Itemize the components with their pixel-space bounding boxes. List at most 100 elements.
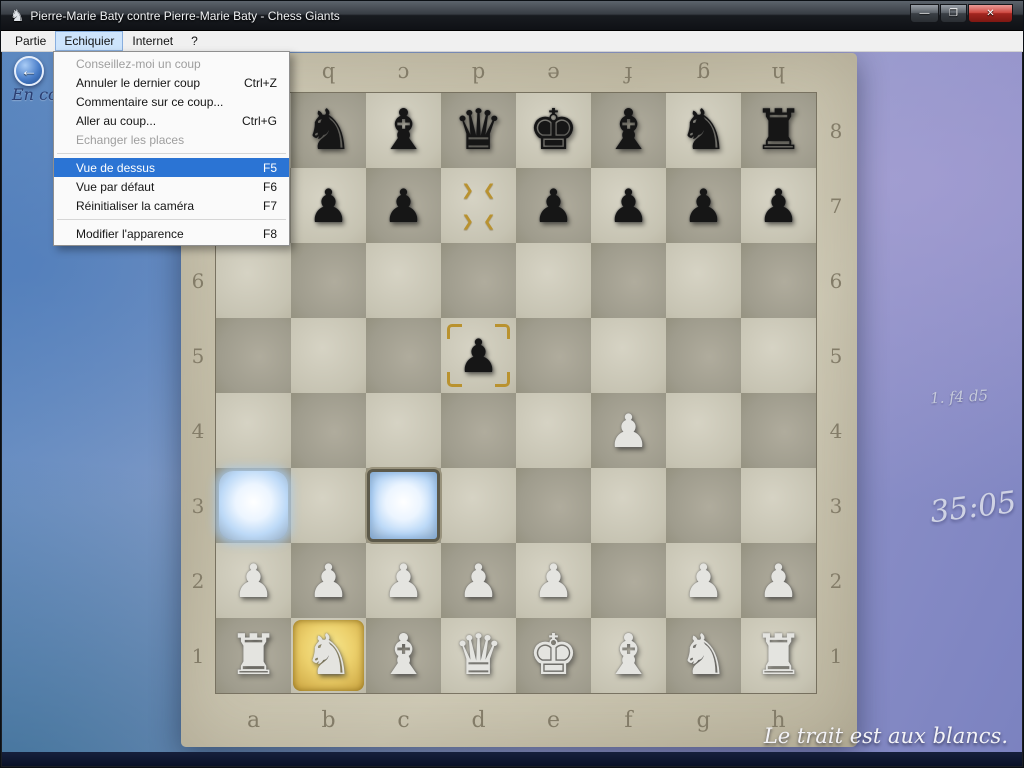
- piece-white-knight[interactable]: ♞: [678, 628, 728, 684]
- menu-item-label: Echanger les places: [76, 133, 259, 147]
- menu-item[interactable]: Réinitialiser la caméraF7: [54, 196, 289, 215]
- rank-label: 2: [181, 543, 215, 618]
- menu-item[interactable]: Vue de dessusF5: [54, 158, 289, 177]
- piece-white-pawn[interactable]: ♟: [308, 558, 349, 604]
- menu-item-label: Commentaire sur ce coup...: [76, 95, 259, 109]
- rank-label: 7: [817, 168, 855, 243]
- piece-white-pawn[interactable]: ♟: [233, 558, 274, 604]
- file-label: c: [366, 699, 441, 741]
- piece-white-pawn[interactable]: ♟: [758, 558, 799, 604]
- menubar-item-partie[interactable]: Partie: [6, 31, 55, 51]
- file-label: f: [591, 58, 666, 90]
- rank-label: 6: [817, 243, 855, 318]
- board-frame: [215, 92, 817, 694]
- piece-black-queen[interactable]: ♛: [453, 103, 503, 159]
- move-list: 1. f4 d5: [930, 385, 1022, 408]
- rank-label: 8: [817, 93, 855, 168]
- piece-white-pawn[interactable]: ♟: [683, 558, 724, 604]
- menu-item-label: Modifier l'apparence: [76, 227, 245, 241]
- menubar-item-internet[interactable]: Internet: [123, 31, 182, 51]
- menu-item[interactable]: Annuler le dernier coup Ctrl+Z: [54, 73, 289, 92]
- piece-white-rook[interactable]: ♜: [753, 628, 803, 684]
- rank-label: 3: [817, 468, 855, 543]
- menu-separator: [57, 153, 286, 154]
- menu-item[interactable]: Modifier l'apparence F8: [54, 224, 289, 243]
- file-label: e: [516, 699, 591, 741]
- file-label: g: [666, 699, 741, 741]
- piece-white-pawn[interactable]: ♟: [533, 558, 574, 604]
- rank-label: 1: [817, 618, 855, 693]
- menu-item-shortcut: F8: [263, 227, 277, 241]
- rank-label: 4: [181, 393, 215, 468]
- menu-item-label: Aller au coup...: [76, 114, 224, 128]
- menu-item-label: Réinitialiser la caméra: [76, 199, 245, 213]
- piece-white-knight[interactable]: ♞: [303, 628, 353, 684]
- square-b1[interactable]: ♞: [291, 618, 366, 693]
- square-d7[interactable]: ❯❮❯❮: [441, 168, 516, 243]
- piece-black-pawn[interactable]: ♟: [608, 183, 649, 229]
- piece-black-pawn[interactable]: ♟: [458, 333, 499, 379]
- piece-white-rook[interactable]: ♜: [228, 628, 278, 684]
- square-a3[interactable]: [216, 468, 291, 543]
- menu-item[interactable]: Aller au coup... Ctrl+G: [54, 111, 289, 130]
- piece-black-king[interactable]: ♚: [528, 103, 578, 159]
- piece-black-rook[interactable]: ♜: [753, 103, 803, 159]
- move-target-highlight: [367, 469, 440, 542]
- file-label: f: [591, 699, 666, 741]
- piece-white-queen[interactable]: ♛: [453, 628, 503, 684]
- echiquier-dropdown: Conseillez-moi un coupAnnuler le dernier…: [53, 51, 290, 246]
- file-label: b: [291, 58, 366, 90]
- menu-item-shortcut: Ctrl+Z: [244, 76, 277, 90]
- title-bar: ♞ Pierre-Marie Baty contre Pierre-Marie …: [1, 1, 1023, 31]
- file-label: g: [666, 58, 741, 90]
- close-button[interactable]: ✕: [968, 4, 1013, 23]
- file-label: d: [441, 699, 516, 741]
- file-label: d: [441, 58, 516, 90]
- piece-white-pawn[interactable]: ♟: [383, 558, 424, 604]
- menu-item: Echanger les places: [54, 130, 289, 149]
- menu-item-label: Vue par défaut: [76, 180, 245, 194]
- rank-label: 6: [181, 243, 215, 318]
- menu-item-shortcut: F6: [263, 180, 277, 194]
- file-label: a: [216, 699, 291, 741]
- piece-black-bishop[interactable]: ♝: [603, 103, 653, 159]
- piece-black-knight[interactable]: ♞: [303, 103, 353, 159]
- piece-black-pawn[interactable]: ♟: [683, 183, 724, 229]
- piece-white-pawn[interactable]: ♟: [458, 558, 499, 604]
- bottom-strip: [2, 752, 1022, 766]
- square-c3[interactable]: [366, 468, 441, 543]
- piece-white-king[interactable]: ♚: [528, 628, 578, 684]
- rank-label: 4: [817, 393, 855, 468]
- menu-item-label: Annuler le dernier coup: [76, 76, 226, 90]
- piece-black-pawn[interactable]: ♟: [383, 183, 424, 229]
- piece-white-pawn[interactable]: ♟: [608, 408, 649, 454]
- rank-label: 5: [817, 318, 855, 393]
- window-title: Pierre-Marie Baty contre Pierre-Marie Ba…: [30, 9, 339, 23]
- menu-item-label: Vue de dessus: [76, 161, 245, 175]
- menu-item-shortcut: Ctrl+G: [242, 114, 277, 128]
- menubar-item-?[interactable]: ?: [182, 31, 207, 51]
- file-label: e: [516, 58, 591, 90]
- menu-item[interactable]: Commentaire sur ce coup...: [54, 92, 289, 111]
- coords-right: 87654321: [817, 93, 855, 693]
- menu-item[interactable]: Vue par défaut F6: [54, 177, 289, 196]
- maximize-button[interactable]: ❐: [940, 4, 967, 23]
- back-button[interactable]: ←: [14, 56, 44, 86]
- menu-bar: PartieEchiquierInternet?: [1, 31, 1023, 52]
- menu-item: Conseillez-moi un coup: [54, 54, 289, 73]
- piece-black-bishop[interactable]: ♝: [378, 103, 428, 159]
- turn-indicator-text: Le trait est aux blancs.: [764, 724, 1008, 748]
- minimize-button[interactable]: —: [910, 4, 939, 23]
- piece-black-pawn[interactable]: ♟: [308, 183, 349, 229]
- piece-black-pawn[interactable]: ♟: [533, 183, 574, 229]
- piece-black-knight[interactable]: ♞: [678, 103, 728, 159]
- menu-separator: [57, 219, 286, 220]
- file-label: b: [291, 699, 366, 741]
- piece-black-pawn[interactable]: ♟: [758, 183, 799, 229]
- coords-top: abcdefgh: [216, 58, 816, 90]
- menubar-item-echiquier[interactable]: Echiquier: [55, 31, 123, 51]
- piece-white-bishop[interactable]: ♝: [603, 628, 653, 684]
- coords-bottom: abcdefgh: [216, 699, 816, 741]
- rank-label: 2: [817, 543, 855, 618]
- piece-white-bishop[interactable]: ♝: [378, 628, 428, 684]
